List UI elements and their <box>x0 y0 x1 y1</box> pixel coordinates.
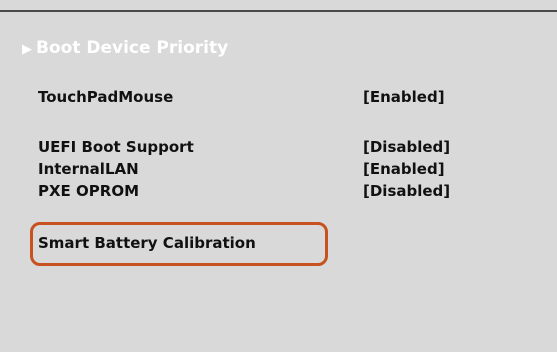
pxe-oprom-label[interactable]: PXE OPROM <box>38 182 139 200</box>
internallan-value[interactable]: [Enabled] <box>363 160 445 178</box>
internallan-label[interactable]: InternalLAN <box>38 160 139 178</box>
pxe-oprom-value[interactable]: [Disabled] <box>363 182 450 200</box>
smart-battery-calibration-item[interactable]: Smart Battery Calibration <box>38 234 256 252</box>
uefi-boot-support-label[interactable]: UEFI Boot Support <box>38 138 194 156</box>
boot-device-priority-item[interactable]: ▶ Boot Device Priority <box>22 38 228 58</box>
top-border-line <box>0 10 557 12</box>
uefi-boot-support-value[interactable]: [Disabled] <box>363 138 450 156</box>
right-triangle-icon: ▶ <box>22 42 32 57</box>
boot-device-priority-label: Boot Device Priority <box>36 38 229 58</box>
touchpadmouse-label[interactable]: TouchPadMouse <box>38 88 173 106</box>
touchpadmouse-value[interactable]: [Enabled] <box>363 88 445 106</box>
